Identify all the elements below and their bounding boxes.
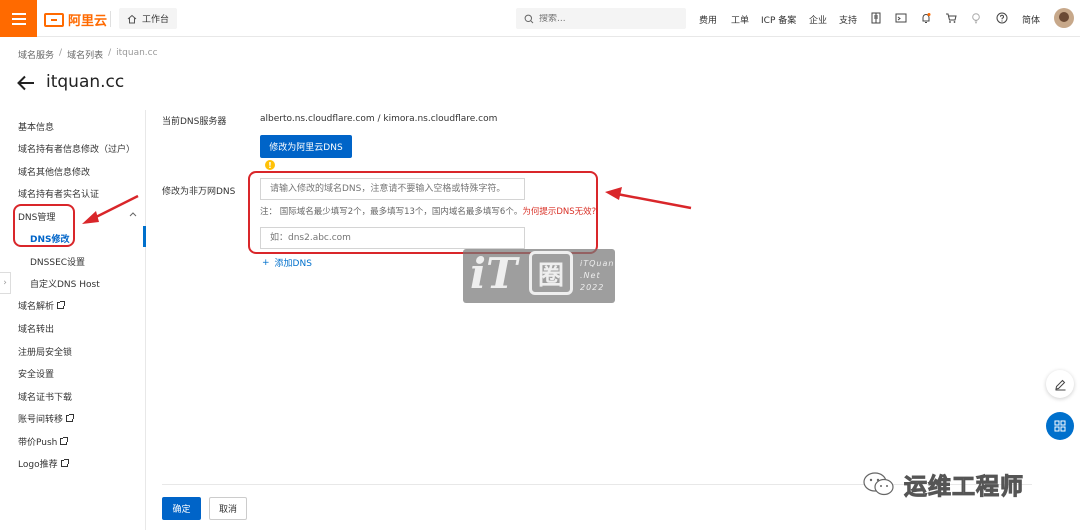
aliyun-logo-icon: [44, 12, 64, 27]
page-title: itquan.cc: [46, 72, 125, 92]
help-icon[interactable]: [995, 11, 1009, 25]
plus-icon: +: [262, 257, 270, 268]
breadcrumb-domain-list[interactable]: 域名列表: [67, 48, 103, 61]
wechat-account-name: 运维工程师: [904, 474, 1024, 501]
annotation-frame-form: [248, 171, 598, 254]
chevron-right-icon: ›: [3, 278, 7, 288]
sidebar-item-security[interactable]: 安全设置: [18, 367, 54, 380]
breadcrumb-separator: /: [59, 48, 63, 58]
brand-name: 阿里云: [68, 14, 108, 29]
breadcrumb-domain-service[interactable]: 域名服务: [18, 48, 54, 61]
watermark-line1: iTQuan: [580, 259, 615, 268]
sidebar-item-label: 账号间转移: [18, 415, 64, 425]
sidebar-item-dnssec[interactable]: DNSSEC设置: [30, 255, 85, 268]
workbench-button[interactable]: 工作台: [119, 8, 178, 29]
hamburger-menu-button[interactable]: [0, 0, 37, 37]
sidebar-item-price-push[interactable]: 带价Push: [18, 435, 69, 448]
breadcrumb-current: itquan.cc: [116, 48, 158, 58]
divider: [110, 11, 111, 27]
sidebar-item-owner-change[interactable]: 域名持有者信息修改（过户）: [18, 142, 135, 155]
search-box[interactable]: [516, 8, 686, 29]
sidebar-item-label: Logo推荐: [18, 460, 58, 470]
cart-icon[interactable]: [944, 11, 958, 25]
sidebar-item-registry-lock[interactable]: 注册局安全锁: [18, 345, 72, 358]
sidebar-item-logo[interactable]: Logo推荐: [18, 457, 69, 470]
confirm-button[interactable]: 确定: [162, 497, 201, 520]
switch-to-aliyun-dns-button[interactable]: 修改为阿里云DNS: [260, 135, 352, 158]
edit-float-button[interactable]: [1046, 370, 1074, 398]
current-dns-label: 当前DNS服务器: [162, 117, 227, 127]
terminal-icon[interactable]: [894, 11, 908, 25]
back-arrow-icon[interactable]: [16, 74, 36, 92]
annotation-frame-sidebar: [13, 204, 75, 247]
nav-fees[interactable]: 费用: [699, 13, 717, 26]
sidebar-item-label: 带价Push: [18, 438, 58, 448]
sidebar-item-transfer-out[interactable]: 域名转出: [18, 322, 54, 335]
sidebar-toggle-button[interactable]: ›: [0, 272, 11, 294]
annotation-arrow-left: [82, 194, 139, 224]
add-dns-button[interactable]: + 添加DNS: [262, 256, 312, 270]
watermark-quan-text: 圈: [529, 251, 573, 295]
lightbulb-icon[interactable]: [969, 11, 983, 25]
sidebar-item-other-info[interactable]: 域名其他信息修改: [18, 165, 90, 178]
watermark-line2: .Net: [580, 271, 601, 280]
nav-enterprise[interactable]: 企业: [809, 13, 827, 26]
search-icon: [524, 14, 534, 23]
annotation-arrow-right: [605, 187, 692, 210]
non-wanwang-dns-label: 修改为非万网DNS: [162, 187, 236, 197]
aliyun-logo[interactable]: 阿里云: [44, 10, 107, 29]
grid-icon: [1054, 420, 1066, 432]
external-link-icon: [60, 437, 69, 445]
bell-icon[interactable]: [919, 11, 933, 25]
external-link-icon: [57, 301, 66, 309]
sidebar-item-dns-resolve[interactable]: 域名解析: [18, 299, 66, 312]
sidebar-item-basic-info[interactable]: 基本信息: [18, 120, 54, 133]
active-indicator: [143, 226, 146, 247]
apps-float-button[interactable]: [1046, 412, 1074, 440]
cancel-button[interactable]: 取消: [209, 497, 247, 520]
breadcrumb: 域名服务 / 域名列表 / itquan.cc: [18, 48, 158, 61]
nav-support[interactable]: 支持: [839, 13, 857, 26]
search-input[interactable]: [539, 13, 669, 24]
sidebar-item-custom-dns-host[interactable]: 自定义DNS Host: [30, 277, 100, 290]
cloud-shell-icon[interactable]: [869, 11, 883, 25]
workbench-label: 工作台: [142, 15, 170, 25]
breadcrumb-separator: /: [108, 48, 112, 58]
wechat-watermark: 运维工程师: [862, 467, 1024, 501]
warning-icon: !: [265, 160, 275, 170]
home-icon: [127, 14, 137, 23]
sidebar-item-certificate[interactable]: 域名证书下载: [18, 390, 72, 403]
external-link-icon: [60, 459, 69, 467]
wechat-icon: [863, 472, 894, 496]
current-dns-value: alberto.ns.cloudflare.com / kimora.ns.cl…: [260, 114, 498, 124]
add-dns-label: 添加DNS: [274, 259, 312, 269]
pencil-icon: [1054, 379, 1065, 390]
user-avatar[interactable]: [1054, 8, 1074, 28]
sidebar-item-label: 域名解析: [18, 302, 55, 312]
language-switch[interactable]: 简体: [1022, 13, 1040, 26]
external-link-icon: [66, 414, 75, 422]
sidebar-item-account-transfer[interactable]: 账号间转移: [18, 412, 75, 425]
watermark-it-text: iT: [470, 249, 518, 298]
top-bar: 阿里云 工作台 费用 工单 ICP 备案 企业 支持 简体: [0, 0, 1080, 37]
nav-tickets[interactable]: 工单: [731, 13, 749, 26]
nav-icp[interactable]: ICP 备案: [761, 13, 796, 26]
watermark-line3: 2022: [580, 283, 605, 292]
